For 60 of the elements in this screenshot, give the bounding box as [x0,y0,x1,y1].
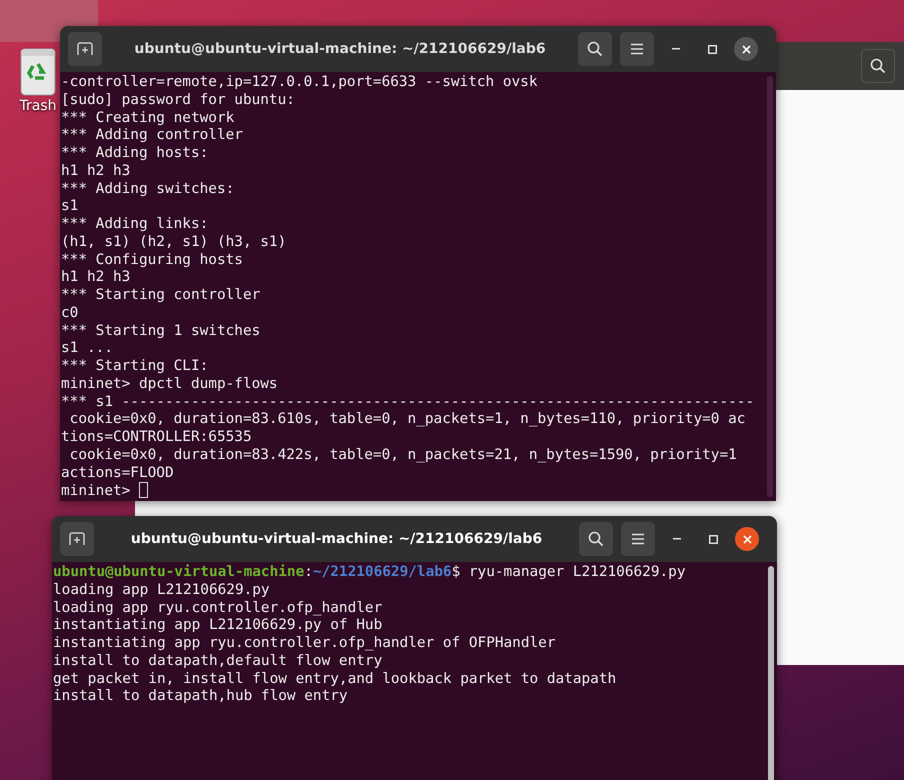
search-button[interactable] [579,522,613,556]
terminal-line: [sudo] password for ubuntu: [61,92,296,110]
terminal-line: loading app ryu.controller.ofp_handler [53,600,384,618]
new-tab-icon [69,532,85,546]
search-button[interactable] [578,32,612,66]
terminal-line: -controller=remote,ip=127.0.0.1,port=6633 --switch ovsk [61,74,539,92]
terminal-line: c0 [61,304,80,322]
terminal-line: s1 ... [61,340,114,358]
scrollbar[interactable] [768,566,774,780]
terminal-line: *** Adding switches: [61,180,236,198]
terminal-line: install to datapath,hub flow entry [53,688,349,706]
icon-label: Trash [20,98,56,114]
terminal-line: instantiating app ryu.controller.ofp_handler of OFPHandler [53,635,557,653]
search-button[interactable] [861,49,895,83]
minimize-icon [673,538,681,540]
terminal-line: get packet in, install flow entry,and lookback parket to datapath [53,670,618,688]
terminal-line: (h1, s1) (h2, s1) (h3, s1) [61,234,288,252]
maximize-icon [708,44,716,54]
terminal-line: tions=CONTROLLER:65535 [61,429,253,447]
terminal-line: *** Creating network [61,110,236,128]
terminal-line: install to datapath,default flow entry [53,652,384,670]
terminal-line: *** Starting controller [61,287,262,305]
terminal-line: *** Configuring hosts [61,252,244,270]
terminal-line: loading app L212106629.py [53,582,271,600]
close-icon [742,44,750,54]
menu-button[interactable] [621,522,655,556]
terminal-line: mininet> dpctl dump-flows [61,376,279,394]
search-icon [587,41,603,57]
search-icon [870,58,886,74]
terminal-line: mininet> [61,483,132,500]
maximize-icon [708,534,718,544]
new-tab-button[interactable] [68,32,102,66]
close-button[interactable] [735,527,759,551]
menu-icon [631,533,645,545]
menu-icon [630,43,644,55]
terminal-line: *** Adding controller [61,127,244,145]
close-icon [742,534,752,544]
terminal-line: cookie=0x0, duration=83.422s, table=0, n_packets=21, n_bytes=1590, priority=1 [68,446,738,464]
terminal-line: instantiating app L212106629.py of Hub [53,617,384,635]
search-icon [588,531,604,547]
terminal-line: *** Starting 1 switches [61,322,262,340]
terminal-line: *** Starting CLI: [61,358,210,376]
trash-icon[interactable] [20,48,56,96]
terminal-line: *** s1 ------------------------------------------------------------------------- [61,394,756,412]
terminal-line: cookie=0x0, duration=83.610s, table=0, n_packets=1, n_bytes=110, priority=0 ac [68,411,746,429]
terminal-line: *** Adding hosts: [61,145,210,163]
minimize-icon [672,48,680,50]
terminal-line: *** Adding links: [61,216,210,234]
prompt-line: ubuntu@ubuntu-virtual-machine:~/212106629/lab6$ ryu-manager L212106629.py [53,564,686,582]
window-title: ubuntu@ubuntu-virtual-machine: ~/212106629/lab6 [133,41,547,57]
terminal-line: h1 h2 h3 [61,162,132,180]
close-button[interactable] [734,37,758,61]
window-title: ubuntu@ubuntu-virtual-machine: ~/212106629/lab6 [130,531,544,547]
terminal-line: actions=FLOOD [61,464,175,482]
menu-button[interactable] [620,32,654,66]
terminal-line: h1 h2 h3 [61,269,132,287]
new-tab-button[interactable] [60,522,94,556]
terminal-line: s1 [61,198,80,216]
scrollbar[interactable] [767,76,773,497]
new-tab-icon [77,42,93,56]
